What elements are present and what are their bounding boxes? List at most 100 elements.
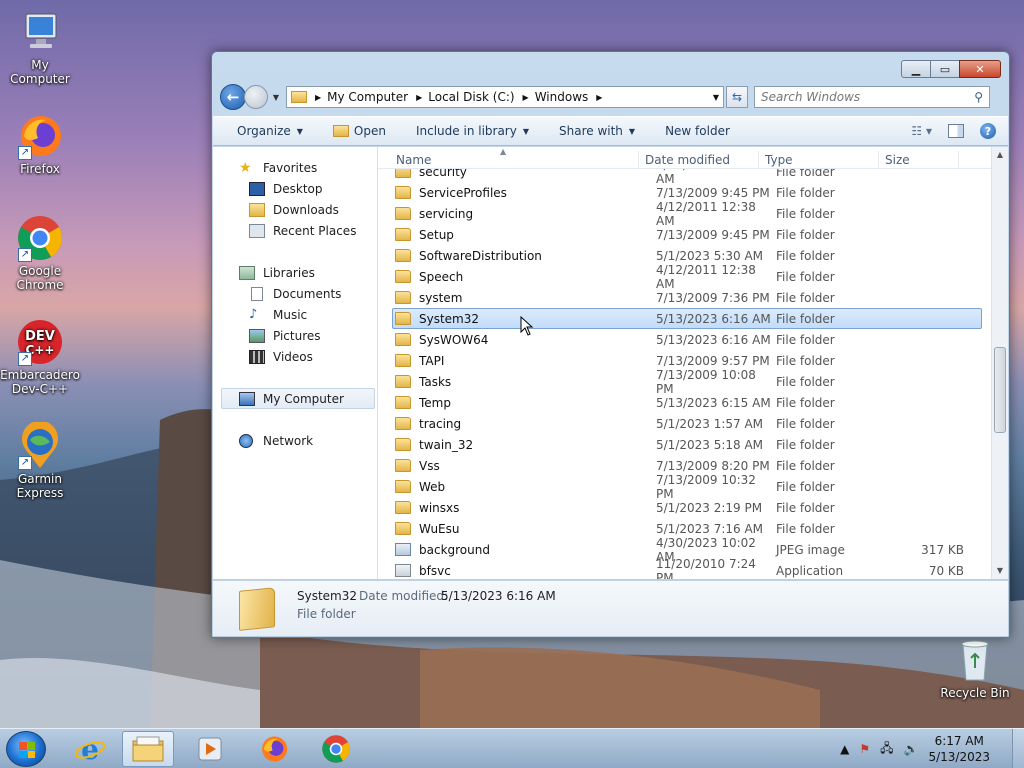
nav-label: Music: [273, 307, 308, 322]
action-center-flag-icon[interactable]: ⚑: [859, 742, 870, 756]
nav-libraries[interactable]: Libraries: [213, 262, 377, 283]
table-row[interactable]: bfsvc 11/20/2010 7:24 PM Application 70 KB: [392, 557, 982, 579]
nav-downloads[interactable]: Downloads: [213, 199, 377, 220]
column-header-size[interactable]: Size: [879, 150, 959, 169]
nav-desktop[interactable]: Desktop: [213, 178, 377, 199]
desktop-icon-label: Firefox: [20, 162, 60, 176]
folder-icon: [395, 480, 411, 493]
preview-pane-icon[interactable]: [948, 124, 964, 138]
new-folder-button[interactable]: New folder: [665, 124, 730, 138]
close-button[interactable]: ✕: [959, 60, 1001, 78]
minimize-button[interactable]: ▁: [901, 60, 931, 78]
breadcrumb-local-disk[interactable]: Local Disk (C:): [428, 90, 514, 104]
table-row[interactable]: tracing 5/1/2023 1:57 AM File folder: [392, 413, 982, 434]
internet-explorer-icon: e: [74, 733, 106, 765]
file-date: 7/13/2009 9:45 PM: [656, 185, 770, 200]
table-row[interactable]: winsxs 5/1/2023 2:19 PM File folder: [392, 497, 982, 518]
desktop-icon-recycle-bin[interactable]: Recycle Bin: [935, 636, 1015, 700]
desktop-icon-garmin-express[interactable]: ↗ Garmin Express: [0, 420, 80, 500]
maximize-button[interactable]: ▭: [930, 60, 960, 78]
table-row[interactable]: security 4/12/2011 12:38 AM File folder: [392, 169, 982, 186]
chevron-down-icon: ▼: [272, 92, 280, 102]
file-name-cell: Speech: [393, 270, 656, 284]
nav-favorites[interactable]: ★ Favorites: [213, 157, 377, 178]
file-name-cell: background: [393, 543, 656, 557]
chevron-right-icon[interactable]: ▶: [416, 93, 422, 102]
file-date: 4/12/2011 12:38 AM: [656, 169, 756, 186]
view-options-icon[interactable]: ☷ ▾: [911, 124, 932, 138]
scroll-up-icon[interactable]: ▲: [992, 147, 1008, 163]
address-bar[interactable]: ▶ My Computer ▶ Local Disk (C:) ▶ Window…: [286, 86, 724, 108]
breadcrumb-my-computer[interactable]: My Computer: [327, 90, 408, 104]
show-hidden-icons-icon[interactable]: ▲: [840, 742, 849, 756]
table-row[interactable]: System32 5/13/2023 6:16 AM File folder: [392, 308, 982, 329]
table-row[interactable]: Tasks 7/13/2009 10:08 PM File folder: [392, 368, 982, 396]
desktop-icon-label: My Computer: [10, 58, 70, 86]
column-header-name[interactable]: ▲ Name: [378, 147, 639, 169]
file-type: File folder: [776, 311, 835, 326]
table-row[interactable]: servicing 4/12/2011 12:38 AM File folder: [392, 200, 982, 228]
vertical-scrollbar[interactable]: ▲ ▼: [991, 147, 1008, 579]
nav-documents[interactable]: Documents: [213, 283, 377, 304]
table-row[interactable]: twain_32 5/1/2023 5:18 AM File folder: [392, 434, 982, 455]
chevron-right-icon[interactable]: ▶: [315, 93, 321, 102]
share-with-button[interactable]: Share with ▼: [559, 124, 635, 138]
search-icon[interactable]: ⚲: [974, 90, 983, 104]
address-dropdown-icon[interactable]: ▼: [713, 93, 719, 102]
volume-icon[interactable]: 🔊: [904, 742, 919, 756]
open-label: Open: [353, 124, 386, 138]
folder-icon: [395, 375, 411, 388]
column-label: Date modified: [645, 152, 731, 167]
forward-button[interactable]: [244, 85, 268, 109]
file-name-cell: system: [393, 291, 656, 305]
file-date: 7/13/2009 7:36 PM: [656, 290, 770, 305]
recent-pages-dropdown[interactable]: ▼: [270, 93, 282, 102]
network-status-icon[interactable]: 🖧: [880, 739, 893, 760]
back-button[interactable]: ←: [220, 84, 246, 110]
table-row[interactable]: Web 7/13/2009 10:32 PM File folder: [392, 473, 982, 501]
column-header-date[interactable]: Date modified: [639, 150, 759, 169]
open-button[interactable]: Open: [332, 124, 386, 138]
file-rows: security 4/12/2011 12:38 AM File folder Ser…: [378, 169, 991, 579]
column-header-type[interactable]: Type: [759, 150, 879, 169]
desktop-icon-firefox[interactable]: ↗ Firefox: [0, 112, 80, 176]
desktop-icon-google-chrome[interactable]: ↗ Google Chrome: [0, 214, 80, 292]
desktop-icon-devcpp[interactable]: DEV C++ ↗ Embarcadero Dev-C++: [0, 318, 80, 396]
nav-music[interactable]: ♪ Music: [213, 304, 377, 325]
nav-pictures[interactable]: Pictures: [213, 325, 377, 346]
chevron-right-icon[interactable]: ▶: [596, 93, 602, 102]
nav-my-computer[interactable]: My Computer: [221, 388, 375, 409]
table-row[interactable]: Setup 7/13/2009 9:45 PM File folder: [392, 224, 982, 245]
table-row[interactable]: Speech 4/12/2011 12:38 AM File folder: [392, 263, 982, 291]
taskbar-chrome[interactable]: [310, 731, 362, 767]
table-row[interactable]: system 7/13/2009 7:36 PM File folder: [392, 287, 982, 308]
search-input[interactable]: [761, 90, 961, 104]
taskbar-windows-explorer[interactable]: [122, 731, 174, 767]
desktop-icon-my-computer[interactable]: My Computer: [0, 8, 80, 86]
taskbar-firefox[interactable]: [248, 731, 300, 767]
start-button[interactable]: [6, 731, 46, 767]
search-box[interactable]: ⚲: [754, 86, 990, 108]
table-row[interactable]: SysWOW64 5/13/2023 6:16 AM File folder: [392, 329, 982, 350]
help-icon[interactable]: ?: [980, 123, 996, 139]
nav-videos[interactable]: Videos: [213, 346, 377, 367]
clock[interactable]: 6:17 AM 5/13/2023: [928, 733, 990, 765]
taskbar-internet-explorer[interactable]: e: [64, 731, 116, 767]
firefox-icon: [262, 736, 288, 762]
show-desktop-button[interactable]: [1012, 729, 1024, 768]
taskbar-media-player[interactable]: [184, 731, 236, 767]
nav-network[interactable]: Network: [213, 430, 377, 451]
chevron-right-icon[interactable]: ▶: [523, 93, 529, 102]
table-row[interactable]: Temp 5/13/2023 6:15 AM File folder: [392, 392, 982, 413]
image-file-icon: [395, 543, 411, 556]
details-pane: System32 Date modified: 5/13/2023 6:16 A…: [213, 580, 1008, 636]
scrollbar-thumb[interactable]: [994, 347, 1006, 433]
breadcrumb-windows[interactable]: Windows: [535, 90, 589, 104]
organize-button[interactable]: Organize ▼: [237, 124, 303, 138]
include-in-library-button[interactable]: Include in library ▼: [416, 124, 529, 138]
nav-recent-places[interactable]: Recent Places: [213, 220, 377, 241]
folder-icon: [395, 459, 411, 472]
scroll-down-icon[interactable]: ▼: [992, 563, 1008, 579]
refresh-button[interactable]: ⇆: [726, 86, 748, 108]
